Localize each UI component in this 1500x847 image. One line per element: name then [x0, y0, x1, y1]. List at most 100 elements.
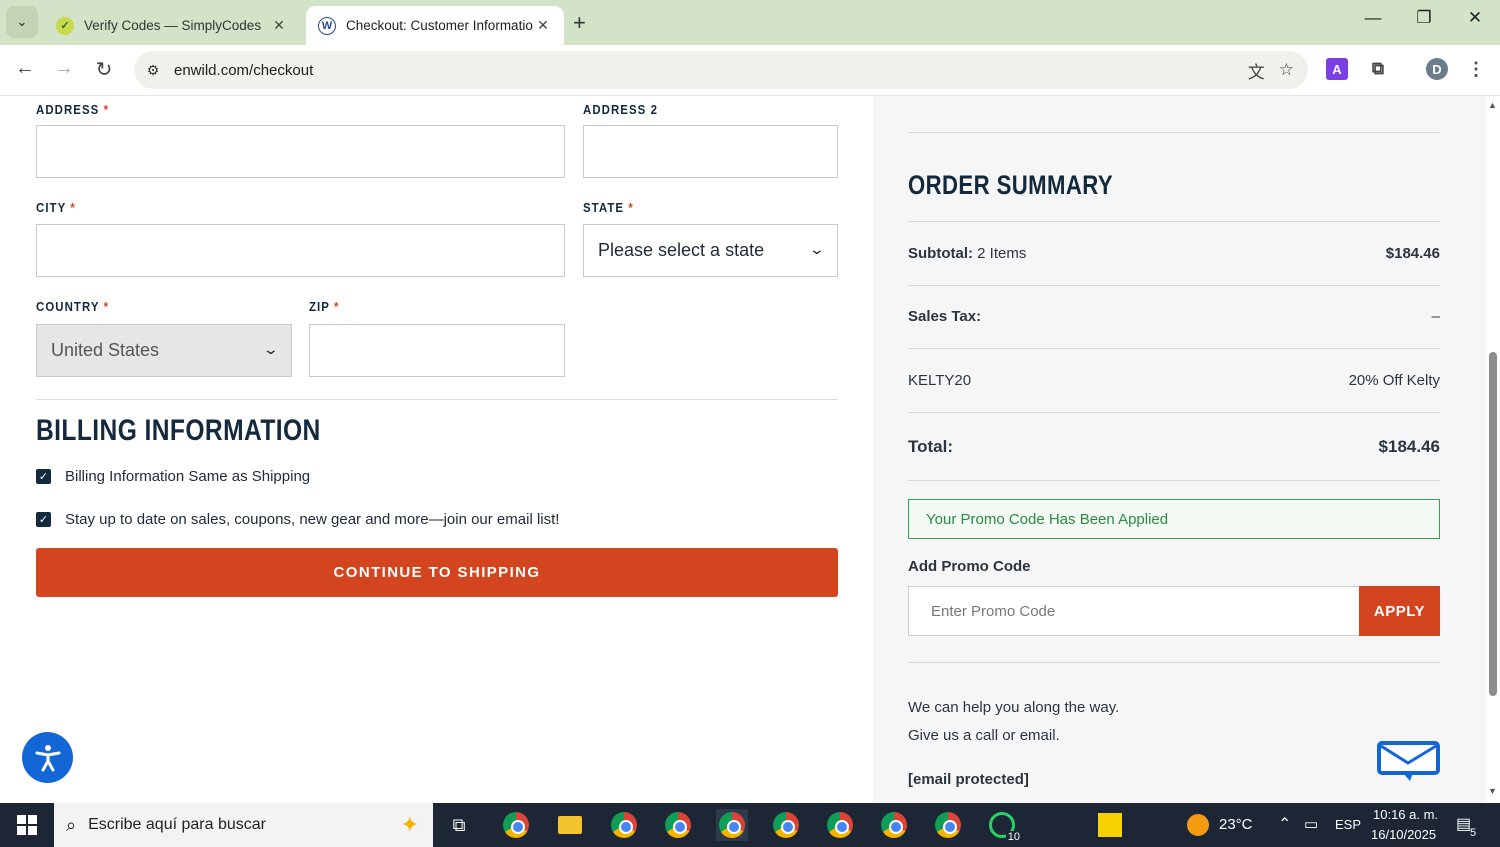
- notifications-icon[interactable]: ▤: [1456, 814, 1471, 834]
- weather-temp[interactable]: 23°C: [1219, 816, 1253, 833]
- promo-code-input[interactable]: Enter Promo Code: [908, 586, 1360, 636]
- add-promo-label: Add Promo Code: [908, 558, 1031, 575]
- newsletter-label: Stay up to date on sales, coupons, new g…: [65, 511, 560, 528]
- language-indicator[interactable]: ESP: [1335, 817, 1361, 832]
- scroll-up-icon[interactable]: ▲: [1488, 100, 1497, 110]
- forward-icon[interactable]: →: [50, 57, 78, 80]
- whatsapp-icon[interactable]: 10: [986, 809, 1022, 843]
- city-label: CITY *: [36, 200, 76, 215]
- divider: [908, 221, 1440, 222]
- chrome-app-icon[interactable]: [662, 809, 694, 841]
- sticky-notes-icon[interactable]: [1094, 809, 1126, 841]
- country-value: United States: [51, 340, 160, 360]
- close-icon[interactable]: ✕: [270, 17, 288, 34]
- notification-count: 5: [1470, 827, 1477, 839]
- billing-same-checkbox-row[interactable]: ✓ Billing Information Same as Shipping: [36, 468, 310, 485]
- address-bar[interactable]: ⚙ enwild.com/checkout 文 ☆: [134, 51, 1308, 89]
- weather-icon[interactable]: [1182, 809, 1214, 841]
- address-label: ADDRESS *: [36, 102, 110, 117]
- city-input[interactable]: [36, 224, 565, 277]
- chrome-app-icon[interactable]: [824, 809, 856, 841]
- restore-icon[interactable]: ❐: [1404, 8, 1444, 28]
- reload-icon[interactable]: ↻: [90, 57, 118, 82]
- section-divider: [36, 399, 838, 400]
- wordpress-favicon-icon: W: [318, 16, 336, 35]
- subtotal-label: Subtotal:: [908, 245, 973, 262]
- newsletter-checkbox-row[interactable]: ✓ Stay up to date on sales, coupons, new…: [36, 511, 559, 528]
- page-scrollbar[interactable]: ▲ ▼: [1486, 96, 1500, 803]
- chat-envelope-icon[interactable]: [1377, 741, 1440, 783]
- order-summary-panel: ORDER SUMMARY Subtotal: 2 Items $184.46 …: [873, 96, 1486, 803]
- site-info-icon[interactable]: ⚙: [142, 62, 164, 79]
- address-input[interactable]: [36, 125, 565, 178]
- zip-label: ZIP *: [309, 299, 340, 314]
- address2-input[interactable]: [583, 125, 838, 178]
- clock-time[interactable]: 10:16 a. m.: [1373, 807, 1438, 822]
- file-explorer-icon[interactable]: [554, 809, 586, 841]
- tab-title: Verify Codes — SimplyCodes: [84, 18, 262, 33]
- state-value: Please select a state: [598, 240, 765, 260]
- more-menu-icon[interactable]: ⋮: [1465, 58, 1487, 80]
- scroll-down-icon[interactable]: ▼: [1488, 786, 1497, 796]
- extensions-puzzle-icon[interactable]: ⧉: [1367, 58, 1389, 80]
- tab-search-button[interactable]: ⌄: [6, 6, 38, 38]
- bookmark-star-icon[interactable]: ☆: [1279, 60, 1294, 80]
- sparkle-icon: ✦: [400, 812, 419, 837]
- checkbox-checked-icon[interactable]: ✓: [36, 469, 51, 484]
- back-icon[interactable]: ←: [11, 57, 39, 80]
- country-label: COUNTRY *: [36, 299, 110, 314]
- divider: [908, 348, 1440, 349]
- clock-date[interactable]: 16/10/2025: [1371, 827, 1436, 842]
- chrome-app-icon[interactable]: [716, 809, 748, 841]
- network-icon[interactable]: ▭: [1304, 815, 1318, 833]
- start-button[interactable]: [0, 803, 54, 847]
- address2-label: ADDRESS 2: [583, 102, 658, 117]
- task-view-icon[interactable]: ⧉: [443, 809, 475, 841]
- scroll-thumb[interactable]: [1489, 352, 1497, 696]
- total-value: $184.46: [1378, 437, 1440, 456]
- taskbar-search[interactable]: ⌕ Escribe aquí para buscar ✦: [54, 803, 433, 847]
- promo-applied-message: Your Promo Code Has Been Applied: [908, 499, 1440, 539]
- new-tab-icon[interactable]: +: [573, 10, 586, 36]
- help-email[interactable]: [email protected]: [908, 771, 1029, 788]
- divider: [908, 285, 1440, 286]
- subtotal-value: $184.46: [1385, 245, 1440, 262]
- divider: [908, 412, 1440, 413]
- state-select[interactable]: Please select a state ⌄: [583, 224, 838, 277]
- apply-button[interactable]: APPLY: [1359, 586, 1440, 636]
- extension-a-icon[interactable]: A: [1326, 58, 1348, 80]
- chrome-app-icon[interactable]: [608, 809, 640, 841]
- checkout-page: ADDRESS * ADDRESS 2 CITY * STATE * Pleas…: [0, 96, 1486, 803]
- promo-row: KELTY20 20% Off Kelty: [908, 372, 1440, 389]
- chevron-down-icon: ⌄: [808, 241, 826, 257]
- chrome-app-icon[interactable]: [770, 809, 802, 841]
- divider: [908, 480, 1440, 481]
- windows-logo-icon: [17, 815, 37, 835]
- tray-chevron-icon[interactable]: ⌃: [1278, 814, 1291, 834]
- chrome-app-icon[interactable]: [932, 809, 964, 841]
- accessibility-button[interactable]: [22, 732, 73, 783]
- close-window-icon[interactable]: ✕: [1455, 8, 1495, 28]
- promo-description: 20% Off Kelty: [1348, 372, 1440, 389]
- accessibility-icon: [35, 744, 60, 771]
- checkbox-checked-icon[interactable]: ✓: [36, 512, 51, 527]
- state-label: STATE *: [583, 200, 634, 215]
- zip-input[interactable]: [309, 324, 565, 377]
- chrome-app-icon[interactable]: [500, 809, 532, 841]
- url-text[interactable]: enwild.com/checkout: [174, 62, 1248, 79]
- sales-tax-label: Sales Tax:: [908, 308, 982, 325]
- country-select[interactable]: United States ⌄: [36, 324, 292, 377]
- continue-to-shipping-button[interactable]: CONTINUE TO SHIPPING: [36, 548, 838, 597]
- sales-tax-value: –: [1431, 308, 1440, 325]
- billing-same-label: Billing Information Same as Shipping: [65, 468, 311, 485]
- close-icon[interactable]: ✕: [534, 17, 552, 34]
- help-line-1: We can help you along the way.: [908, 699, 1120, 716]
- chrome-app-icon[interactable]: [878, 809, 910, 841]
- tab-simplycodes[interactable]: ✓ Verify Codes — SimplyCodes ✕: [44, 6, 300, 45]
- profile-avatar[interactable]: D: [1426, 58, 1448, 80]
- tab-checkout[interactable]: W Checkout: Customer Informatio ✕: [306, 6, 564, 45]
- translate-icon[interactable]: 文: [1248, 58, 1265, 83]
- minimize-icon[interactable]: —: [1353, 8, 1393, 28]
- tab-strip: ⌄ ✓ Verify Codes — SimplyCodes ✕ W Check…: [0, 0, 1500, 45]
- total-label: Total:: [908, 437, 954, 456]
